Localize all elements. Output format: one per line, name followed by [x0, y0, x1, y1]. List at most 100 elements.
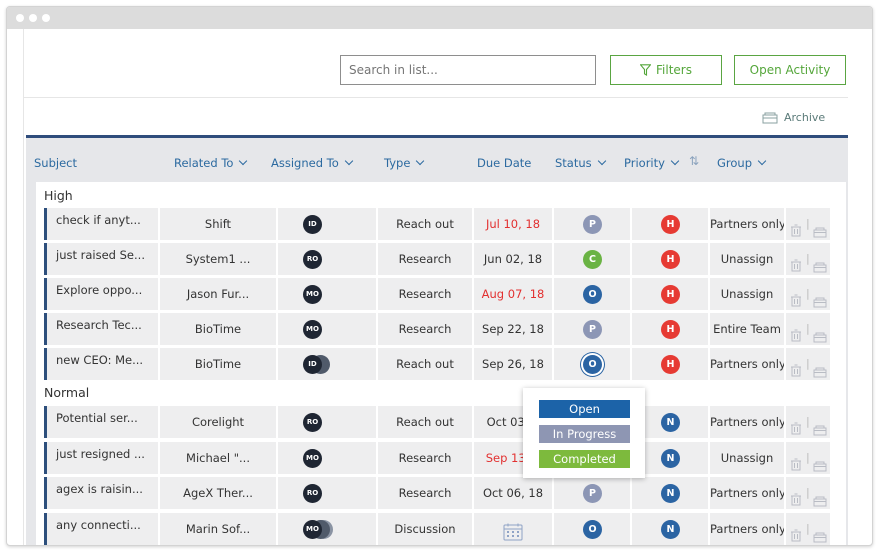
priority-cell[interactable]: H — [632, 243, 708, 275]
open-activity-button[interactable]: Open Activity — [734, 55, 846, 85]
trash-icon[interactable] — [790, 357, 802, 380]
table-row[interactable]: new CEO: Me... BioTime ID Reach out Sep 26, … — [44, 348, 830, 380]
column-header-subject[interactable]: Subject — [34, 156, 77, 170]
status-cell[interactable]: O — [554, 278, 630, 310]
type-cell[interactable]: Research — [378, 477, 472, 509]
assigned-to-cell[interactable]: ID — [278, 208, 376, 240]
assigned-to-cell[interactable]: MO — [278, 313, 376, 345]
group-cell[interactable]: Partners only — [710, 406, 784, 438]
priority-badge[interactable]: H — [661, 355, 680, 374]
table-row[interactable]: just raised Se... System1 ... RO Research Ju… — [44, 243, 830, 275]
due-date-cell[interactable]: Jul 10, 18 — [474, 208, 552, 240]
type-cell[interactable]: Research — [378, 313, 472, 345]
due-date-cell[interactable] — [474, 512, 552, 545]
table-row[interactable]: Explore oppo... Jason Fur... MO Research Aug… — [44, 278, 830, 310]
due-date-cell[interactable]: Jun 02, 18 — [474, 243, 552, 275]
subject-cell[interactable]: check if anyt... — [44, 208, 158, 240]
related-to-cell[interactable]: Michael "... — [160, 441, 276, 474]
due-date-cell[interactable]: Aug 07, 18 — [474, 278, 552, 310]
column-header-related-to[interactable]: Related To — [174, 156, 248, 170]
search-input[interactable] — [340, 55, 596, 85]
archive-icon[interactable] — [813, 487, 827, 509]
assigned-to-cell[interactable]: RO — [278, 406, 376, 438]
priority-cell[interactable]: N — [632, 477, 708, 509]
related-to-cell[interactable]: System1 ... — [160, 243, 276, 275]
type-cell[interactable]: Reach out — [378, 208, 472, 240]
priority-badge[interactable]: N — [661, 484, 680, 503]
group-cell[interactable]: Partners only — [710, 208, 784, 240]
table-row[interactable]: agex is raisin... AgeX Ther... RO Research O… — [44, 477, 830, 509]
status-option-open[interactable]: Open — [539, 400, 630, 418]
table-row[interactable]: Research Tec... BioTime MO Research Sep 22, … — [44, 313, 830, 345]
table-row[interactable]: check if anyt... Shift ID Reach out Jul 10, … — [44, 208, 830, 240]
status-badge[interactable]: C — [583, 250, 602, 269]
priority-badge[interactable]: H — [661, 285, 680, 304]
type-cell[interactable]: Research — [378, 243, 472, 275]
trash-icon[interactable] — [790, 217, 802, 240]
group-cell[interactable]: Unassign — [710, 441, 784, 474]
type-cell[interactable]: Reach out — [378, 348, 472, 380]
related-to-cell[interactable]: Corelight — [160, 406, 276, 438]
column-header-type[interactable]: Type — [384, 156, 425, 170]
table-row[interactable]: just resigned ... Michael "... MO Research S… — [44, 441, 830, 474]
due-date-cell[interactable]: Sep 26, 18 — [474, 348, 552, 380]
priority-cell[interactable]: H — [632, 208, 708, 240]
column-header-assigned-to[interactable]: Assigned To — [271, 156, 354, 170]
status-badge[interactable]: O — [583, 355, 602, 374]
filters-button[interactable]: Filters — [610, 55, 722, 85]
priority-cell[interactable]: H — [632, 278, 708, 310]
related-to-cell[interactable]: AgeX Ther... — [160, 477, 276, 509]
status-cell[interactable]: P — [554, 208, 630, 240]
sort-icon[interactable]: ⇅ — [689, 154, 699, 168]
archive-icon[interactable] — [813, 523, 827, 545]
table-row[interactable]: any connecti... Marin Sof... MO Discussion O… — [44, 512, 830, 545]
priority-badge[interactable]: N — [661, 413, 680, 432]
subject-cell[interactable]: new CEO: Me... — [44, 348, 158, 380]
status-cell[interactable]: P — [554, 477, 630, 509]
column-header-due-date[interactable]: Due Date — [477, 156, 531, 170]
type-cell[interactable]: Research — [378, 441, 472, 474]
status-cell[interactable]: C — [554, 243, 630, 275]
status-badge[interactable]: P — [583, 320, 602, 339]
related-to-cell[interactable]: BioTime — [160, 313, 276, 345]
priority-badge[interactable]: N — [661, 519, 680, 539]
status-cell[interactable]: O — [554, 348, 630, 380]
priority-cell[interactable]: N — [632, 512, 708, 545]
assigned-to-cell[interactable]: RO — [278, 243, 376, 275]
related-to-cell[interactable]: Jason Fur... — [160, 278, 276, 310]
due-date-cell[interactable]: Oct 06, 18 — [474, 477, 552, 509]
archive-icon[interactable] — [813, 452, 827, 474]
subject-cell[interactable]: Explore oppo... — [44, 278, 158, 310]
priority-cell[interactable]: H — [632, 313, 708, 345]
status-badge[interactable]: P — [583, 484, 602, 503]
archive-icon[interactable] — [813, 253, 827, 275]
subject-cell[interactable]: agex is raisin... — [44, 477, 158, 509]
group-cell[interactable]: Partners only — [710, 512, 784, 545]
type-cell[interactable]: Research — [378, 278, 472, 310]
subject-cell[interactable]: just resigned ... — [44, 441, 158, 474]
due-date-cell[interactable]: Sep 22, 18 — [474, 313, 552, 345]
priority-badge[interactable]: N — [661, 448, 680, 468]
group-cell[interactable]: Unassign — [710, 278, 784, 310]
trash-icon[interactable] — [790, 252, 802, 275]
subject-cell[interactable]: Potential ser... — [44, 406, 158, 438]
column-header-status[interactable]: Status — [555, 156, 606, 170]
archive-icon[interactable] — [813, 416, 827, 438]
priority-cell[interactable]: H — [632, 348, 708, 380]
archive-link[interactable]: Archive — [762, 111, 825, 124]
type-cell[interactable]: Discussion — [378, 512, 472, 545]
trash-icon[interactable] — [790, 486, 802, 509]
group-cell[interactable]: Entire Team — [710, 313, 784, 345]
assigned-to-cell[interactable]: MO — [278, 441, 376, 474]
status-cell[interactable]: O — [554, 512, 630, 545]
related-to-cell[interactable]: Shift — [160, 208, 276, 240]
archive-icon[interactable] — [813, 323, 827, 345]
subject-cell[interactable]: just raised Se... — [44, 243, 158, 275]
trash-icon[interactable] — [790, 451, 802, 474]
assigned-to-cell[interactable]: MO — [278, 512, 376, 545]
group-cell[interactable]: Unassign — [710, 243, 784, 275]
subject-cell[interactable]: any connecti... — [44, 512, 158, 545]
status-option-completed[interactable]: Completed — [539, 450, 630, 468]
group-cell[interactable]: Partners only — [710, 348, 784, 380]
assigned-to-cell[interactable]: MO — [278, 278, 376, 310]
